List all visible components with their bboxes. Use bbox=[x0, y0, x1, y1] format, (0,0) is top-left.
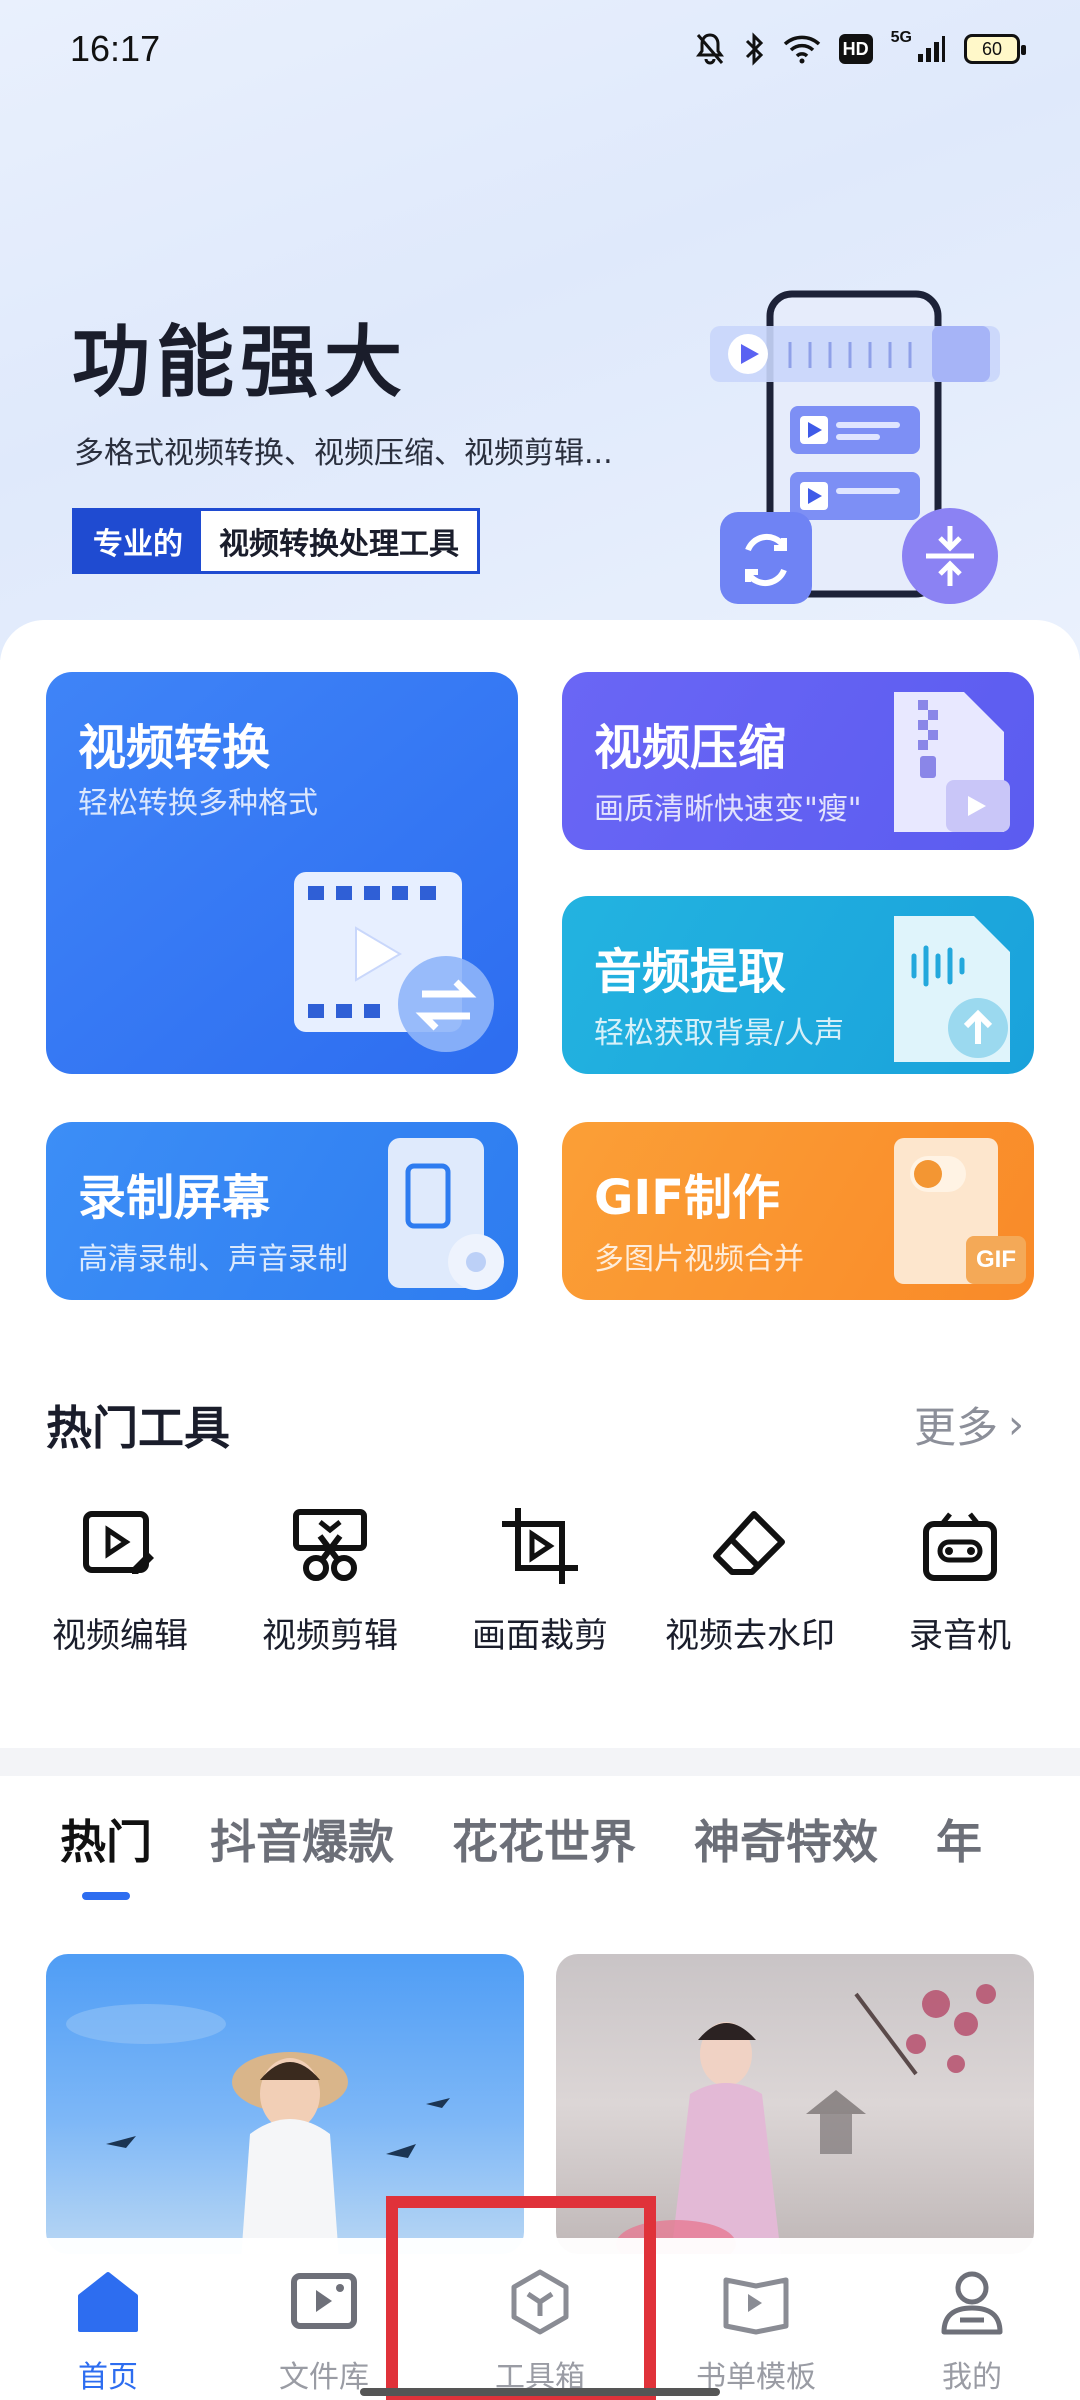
hero-tag: 专业的 视频转换处理工具 bbox=[72, 508, 480, 574]
mute-bell-icon bbox=[695, 29, 725, 69]
scissors-icon bbox=[282, 1498, 378, 1594]
network-label: 5G bbox=[890, 29, 912, 46]
card-title: 音频提取 bbox=[594, 944, 787, 1000]
screen-record-card[interactable]: 录制屏幕 高清录制、声音录制 bbox=[46, 1122, 518, 1300]
status-bar: 16:17 HD 5G 60 bbox=[0, 0, 1080, 100]
film-convert-icon bbox=[294, 872, 494, 1052]
nav-label: 文件库 bbox=[279, 2360, 369, 2395]
gif-badge: GIF bbox=[966, 1236, 1026, 1284]
audio-file-icon bbox=[894, 916, 1010, 1062]
tab-magic-effects[interactable]: 神奇特效 bbox=[694, 1806, 878, 1886]
tool-label: 录音机 bbox=[909, 1616, 1011, 1656]
status-icons: HD 5G 60 bbox=[695, 26, 1026, 72]
tool-label: 视频去水印 bbox=[665, 1616, 835, 1656]
card-subtitle: 画质清晰快速变"瘦" bbox=[594, 792, 862, 827]
book-template-icon bbox=[716, 2262, 796, 2342]
tool-label: 视频剪辑 bbox=[262, 1616, 398, 1656]
nav-label: 我的 bbox=[942, 2360, 1002, 2395]
chevron-right-icon: › bbox=[1008, 1401, 1024, 1448]
video-convert-card[interactable]: 视频转换 轻松转换多种格式 bbox=[46, 672, 518, 1074]
tab-douyin[interactable]: 抖音爆款 bbox=[210, 1806, 394, 1886]
video-edit-icon bbox=[72, 1498, 168, 1594]
profile-icon bbox=[932, 2262, 1012, 2342]
hero-tag-secondary: 视频转换处理工具 bbox=[201, 511, 477, 571]
nav-home[interactable]: 首页 bbox=[8, 2262, 208, 2396]
card-subtitle: 高清录制、声音录制 bbox=[78, 1242, 348, 1277]
tool-crop[interactable]: 画面裁剪 bbox=[440, 1498, 640, 1658]
bluetooth-icon bbox=[743, 29, 765, 69]
tool-label: 视频编辑 bbox=[52, 1616, 188, 1656]
tool-video-cut[interactable]: 视频剪辑 bbox=[230, 1498, 430, 1658]
card-title: 视频压缩 bbox=[594, 720, 787, 776]
screen-record-icon bbox=[388, 1138, 504, 1290]
recorder-icon bbox=[912, 1498, 1008, 1594]
tool-remove-watermark[interactable]: 视频去水印 bbox=[650, 1498, 850, 1658]
tab-hot[interactable]: 热门 bbox=[60, 1806, 152, 1886]
hot-tools-title: 热门工具 bbox=[46, 1401, 230, 1455]
toolbox-highlight-box bbox=[386, 2196, 656, 2400]
hot-tools-list: 视频编辑 视频剪辑 画面裁剪 视频去水印 录音机 bbox=[20, 1498, 1060, 1658]
more-link[interactable]: 更多 › bbox=[914, 1394, 1024, 1455]
crop-icon bbox=[492, 1498, 588, 1594]
hero-banner[interactable]: 16:17 HD 5G 60 功能强大 多格式视频转换、视频压缩、视频剪辑...… bbox=[0, 0, 1080, 660]
more-label: 更多 bbox=[913, 1403, 998, 1452]
category-tabs: 热门 抖音爆款 花花世界 神奇特效 年 bbox=[60, 1806, 1080, 1886]
tool-recorder[interactable]: 录音机 bbox=[860, 1498, 1060, 1658]
tool-video-edit[interactable]: 视频编辑 bbox=[20, 1498, 220, 1658]
card-subtitle: 轻松转换多种格式 bbox=[78, 786, 318, 821]
card-title: 视频转换 bbox=[78, 720, 271, 776]
nav-book-templates[interactable]: 书单模板 bbox=[656, 2262, 856, 2396]
tab-flower-world[interactable]: 花花世界 bbox=[452, 1806, 636, 1886]
video-compress-card[interactable]: 视频压缩 画质清晰快速变"瘦" bbox=[562, 672, 1034, 850]
hero-subtitle: 多格式视频转换、视频压缩、视频剪辑... bbox=[74, 436, 613, 471]
home-icon bbox=[68, 2262, 148, 2342]
active-tab-indicator bbox=[82, 1892, 130, 1900]
hero-title: 功能强大 bbox=[72, 318, 409, 408]
card-title: 录制屏幕 bbox=[78, 1170, 271, 1226]
eraser-icon bbox=[702, 1498, 798, 1594]
hero-tag-primary: 专业的 bbox=[75, 511, 201, 571]
audio-extract-card[interactable]: 音频提取 轻松获取背景/人声 bbox=[562, 896, 1034, 1074]
nav-profile[interactable]: 我的 bbox=[872, 2262, 1072, 2396]
battery-indicator: 60 bbox=[964, 34, 1026, 64]
card-subtitle: 轻松获取背景/人声 bbox=[594, 1016, 845, 1051]
home-indicator[interactable] bbox=[360, 2388, 720, 2396]
tool-label: 画面裁剪 bbox=[472, 1616, 608, 1656]
hd-badge: HD bbox=[838, 34, 873, 64]
section-divider bbox=[0, 1748, 1080, 1776]
signal-icon: 5G bbox=[891, 29, 946, 69]
phone-illustration bbox=[710, 290, 1000, 604]
zip-file-icon bbox=[894, 692, 1010, 832]
status-time: 16:17 bbox=[70, 28, 161, 69]
tab-year[interactable]: 年 bbox=[936, 1806, 982, 1886]
gif-maker-card[interactable]: GIF制作 多图片视频合并 GIF bbox=[562, 1122, 1034, 1300]
nav-label: 首页 bbox=[78, 2360, 138, 2395]
wifi-icon bbox=[783, 29, 821, 69]
card-subtitle: 多图片视频合并 bbox=[594, 1242, 804, 1277]
media-library-icon bbox=[284, 2262, 364, 2342]
card-title: GIF制作 bbox=[594, 1170, 781, 1226]
